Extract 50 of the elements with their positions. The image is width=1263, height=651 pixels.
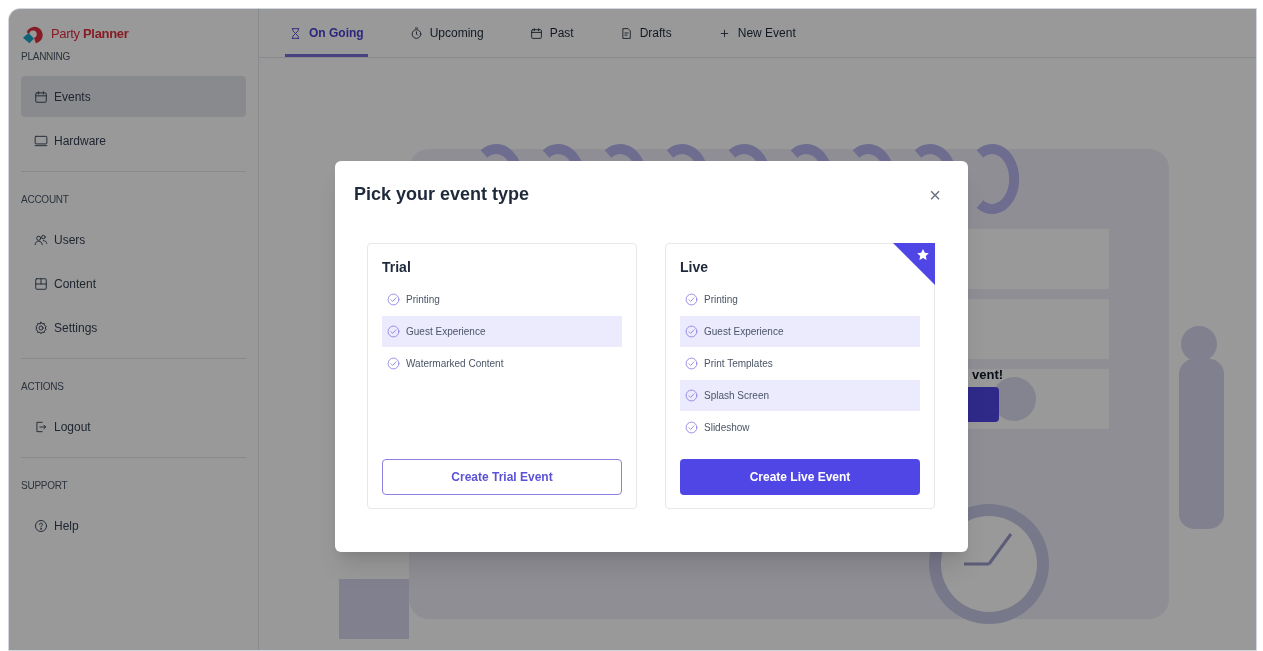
section-heading: ACCOUNT bbox=[21, 193, 70, 207]
check-circle-icon bbox=[685, 293, 698, 306]
check-circle-icon bbox=[685, 389, 698, 402]
check-circle-icon bbox=[685, 325, 698, 338]
sidebar-item[interactable]: Users bbox=[21, 219, 246, 260]
tab[interactable]: Upcoming bbox=[405, 22, 488, 57]
sidebar-item[interactable]: Hardware bbox=[21, 120, 246, 161]
feature-row: Slideshow bbox=[680, 412, 920, 443]
feature-row: Printing bbox=[382, 284, 622, 315]
feature-row: Watermarked Content bbox=[382, 348, 622, 379]
section-heading: PLANNING bbox=[21, 50, 72, 64]
settings-icon bbox=[34, 320, 48, 335]
tab[interactable]: On Going bbox=[285, 22, 368, 57]
monitor-icon bbox=[34, 133, 48, 148]
feature-row: Print Templates bbox=[680, 348, 920, 379]
feature-row: Guest Experience bbox=[382, 316, 622, 347]
check-circle-icon bbox=[387, 357, 400, 370]
tab[interactable]: Past bbox=[525, 22, 578, 57]
feature-row: Splash Screen bbox=[680, 380, 920, 411]
calendar-icon bbox=[529, 26, 543, 40]
plan-title: Trial bbox=[382, 258, 412, 277]
stopwatch-icon bbox=[409, 26, 423, 40]
logo-text: Party Planner bbox=[51, 25, 129, 44]
dialog-title: Pick your event type bbox=[354, 183, 530, 206]
create-event-button[interactable]: Create Live Event bbox=[680, 459, 920, 495]
sidebar-item[interactable]: Settings bbox=[21, 307, 246, 348]
plan-title: Live bbox=[680, 258, 709, 277]
sidebar-item[interactable]: Logout bbox=[21, 406, 246, 447]
logout-icon bbox=[34, 419, 48, 434]
sidebar-item[interactable]: Content bbox=[21, 263, 246, 304]
tab[interactable]: New Event bbox=[713, 22, 800, 57]
help-icon bbox=[34, 518, 48, 533]
tab[interactable]: Drafts bbox=[615, 22, 676, 57]
sidebar-item[interactable]: Events bbox=[21, 76, 246, 117]
section-heading: ACTIONS bbox=[21, 380, 65, 394]
sidebar-item[interactable]: Help bbox=[21, 505, 246, 546]
feature-row: Guest Experience bbox=[680, 316, 920, 347]
check-circle-icon bbox=[685, 421, 698, 434]
check-circle-icon bbox=[387, 325, 400, 338]
hourglass-icon bbox=[289, 26, 302, 40]
calendar-icon bbox=[34, 89, 48, 104]
close-button[interactable]: × bbox=[925, 184, 945, 205]
create-event-button[interactable]: Create Trial Event bbox=[382, 459, 622, 495]
users-icon bbox=[34, 232, 48, 247]
check-circle-icon bbox=[685, 357, 698, 370]
empty-state-message: vent! bbox=[972, 366, 1004, 384]
layout-icon bbox=[34, 276, 48, 291]
feature-row: Printing bbox=[680, 284, 920, 315]
section-heading: SUPPORT bbox=[21, 479, 69, 493]
check-circle-icon bbox=[387, 293, 400, 306]
